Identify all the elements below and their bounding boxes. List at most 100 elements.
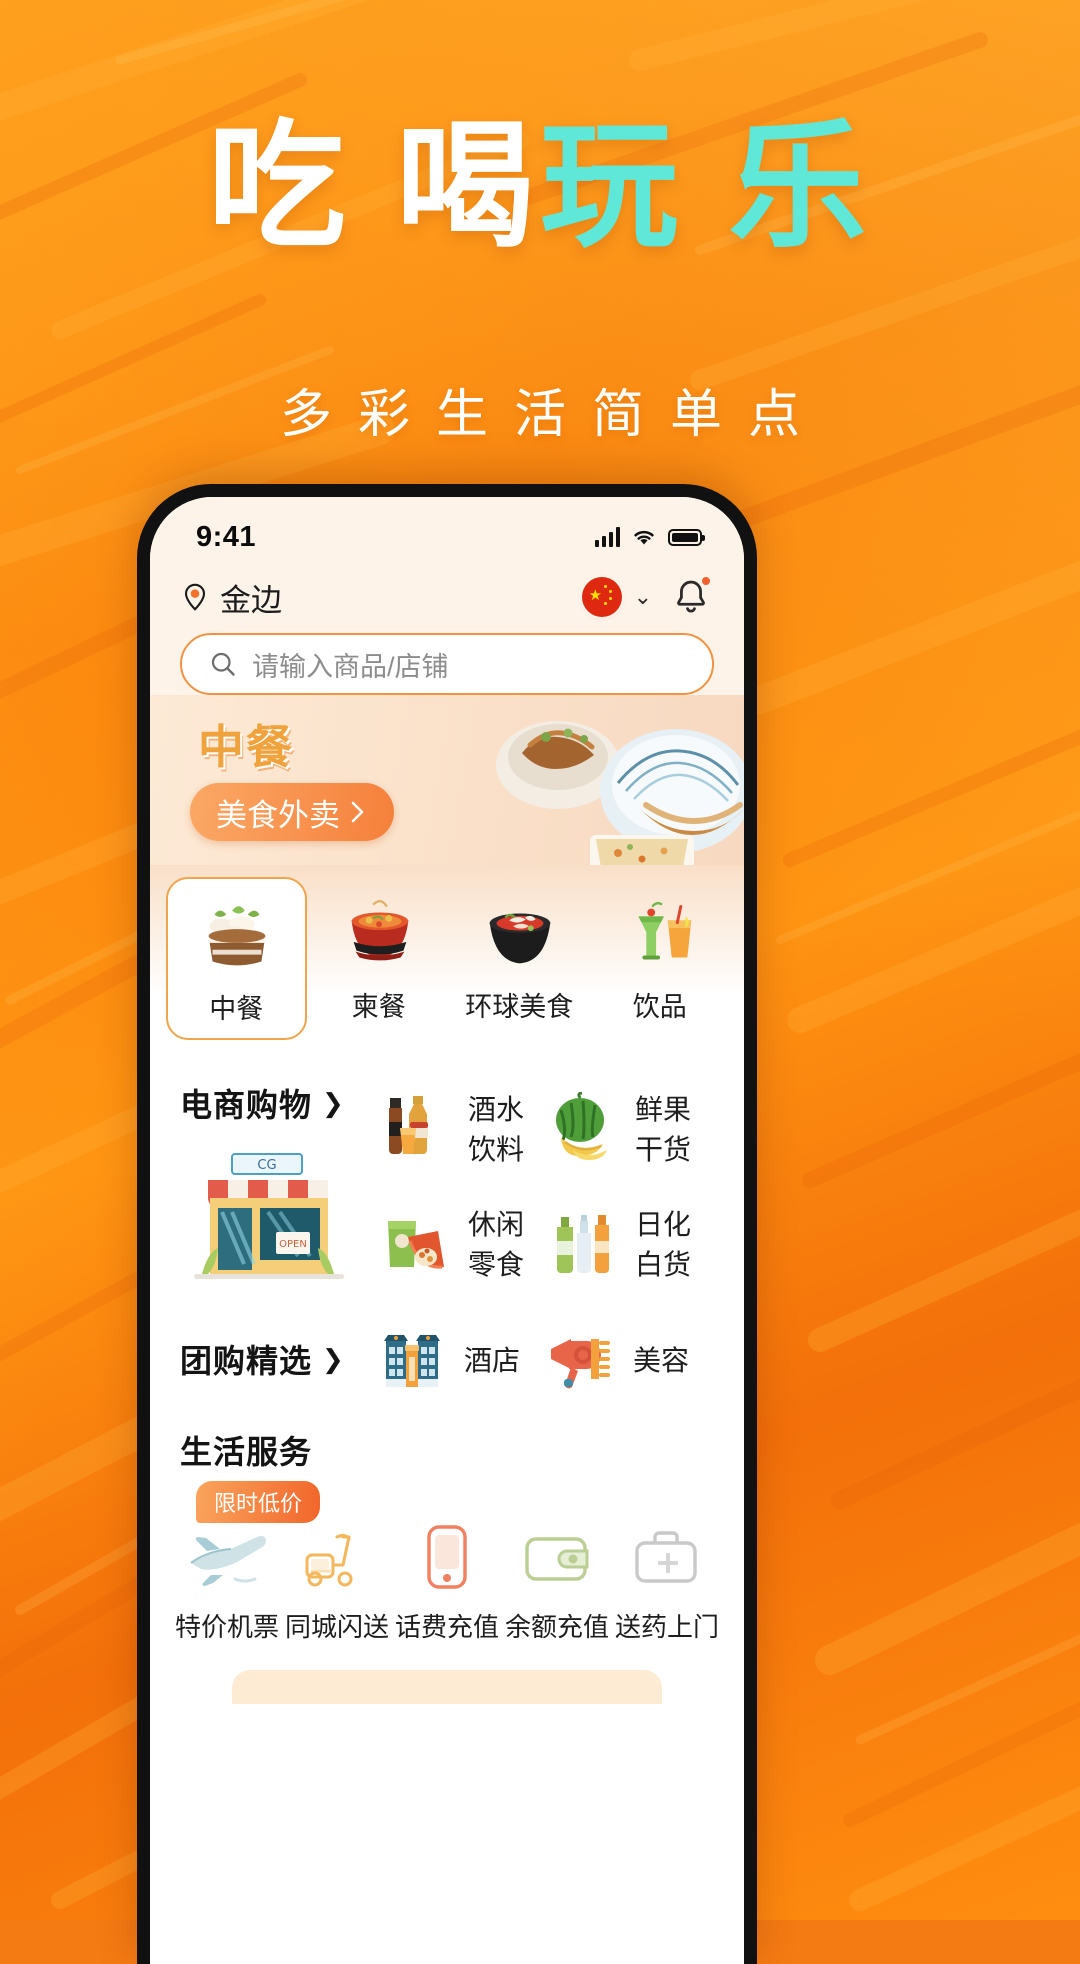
status-time: 9:41 xyxy=(196,520,257,553)
location-row: 金边 ★ ⌄ xyxy=(180,565,714,629)
life-item-label: 余额充值 xyxy=(504,1612,609,1642)
ecommerce-left: 电商购物 ❯ CG OPEN xyxy=(180,1080,376,1291)
app-header: 金边 ★ ⌄ 请输入商品/店铺 xyxy=(150,563,744,695)
ecommerce-title: 电商购物 xyxy=(180,1087,313,1123)
banner-cta-button[interactable]: 美食外卖 xyxy=(190,783,394,841)
airplane-icon xyxy=(190,1536,267,1586)
medical-kit-icon xyxy=(635,1531,697,1583)
phone-mockup: 9:41 金边 ★ ⌄ 请输入商品/店铺 中餐 美食外卖 中餐 柬餐 环球美食 … xyxy=(137,484,757,1964)
banner-title: 中餐 xyxy=(198,721,294,773)
life-item-label: 特价机票 xyxy=(174,1612,279,1642)
battery-icon xyxy=(668,528,705,546)
location-label: 金边 xyxy=(220,582,282,618)
category-tabs: 中餐 柬餐 环球美食 饮品 xyxy=(150,865,744,1046)
cellular-signal-icon xyxy=(594,527,620,547)
svg-text:CG: CG xyxy=(257,1158,276,1173)
life-item-flights[interactable]: 特价机票 xyxy=(172,1517,282,1644)
ecommerce-item-label: 鲜果干货 xyxy=(635,1093,692,1165)
noodle-bowl-photo xyxy=(496,721,744,865)
category-label: 柬餐 xyxy=(351,992,406,1022)
life-services-grid: 特价机票 同城闪送 话费充值 余额充值 送药上门 xyxy=(172,1517,722,1644)
scooter-icon xyxy=(305,1533,353,1587)
life-item-label: 送药上门 xyxy=(614,1612,719,1642)
groupbuy-items: 酒店 美容 xyxy=(376,1323,714,1395)
poster-headline: 吃 喝玩 乐 xyxy=(0,118,1080,256)
status-bar: 9:41 xyxy=(150,497,744,563)
groupbuy-title-row[interactable]: 团购精选 ❯ xyxy=(180,1336,376,1382)
black-bowl-ramen-icon xyxy=(489,913,551,964)
groupbuy-item-hotel[interactable]: 酒店 xyxy=(376,1323,545,1395)
search-icon xyxy=(211,652,235,676)
hotel-building-icon xyxy=(384,1335,440,1387)
ecommerce-items: 酒水饮料 鲜果干货 休闲零食 日化白货 xyxy=(380,1080,714,1291)
life-item-label: 话费充值 xyxy=(394,1612,499,1642)
ecommerce-section: 电商购物 ❯ CG OPEN 酒水饮料 鲜果干货 休闲零食 日化白货 xyxy=(150,1046,744,1301)
category-tab-khmer[interactable]: 柬餐 xyxy=(311,877,448,1040)
category-tab-global[interactable]: 环球美食 xyxy=(451,877,588,1040)
phone-screen: 9:41 金边 ★ ⌄ 请输入商品/店铺 中餐 美食外卖 中餐 柬餐 环球美食 … xyxy=(150,497,744,1964)
groupbuy-item-label: 美容 xyxy=(633,1345,690,1376)
category-tab-drinks[interactable]: 饮品 xyxy=(592,877,729,1040)
chevron-right-icon: ❯ xyxy=(322,1087,344,1118)
groupbuy-item-beauty[interactable]: 美容 xyxy=(545,1323,714,1395)
groupbuy-title: 团购精选 xyxy=(180,1343,313,1379)
ecommerce-item-drinks[interactable]: 酒水饮料 xyxy=(380,1080,547,1176)
search-bar[interactable]: 请输入商品/店铺 xyxy=(180,633,714,695)
cocktail-drinks-icon xyxy=(638,901,692,960)
steamer-dumplings-icon xyxy=(208,906,266,966)
snack-bags-icon xyxy=(388,1221,444,1269)
life-item-delivery[interactable]: 同城闪送 xyxy=(282,1517,392,1644)
search-input[interactable]: 请输入商品/店铺 xyxy=(252,645,449,684)
header-actions: ★ ⌄ xyxy=(581,574,714,620)
life-services-title: 生活服务 xyxy=(180,1434,313,1470)
chevron-right-icon xyxy=(351,801,364,823)
ecommerce-item-snacks[interactable]: 休闲零食 xyxy=(380,1196,547,1292)
ecommerce-item-fruit[interactable]: 鲜果干货 xyxy=(547,1080,714,1176)
ecommerce-grid: 电商购物 ❯ CG OPEN 酒水饮料 鲜果干货 休闲零食 日化白货 xyxy=(180,1080,714,1291)
category-label: 饮品 xyxy=(632,992,687,1022)
notification-badge xyxy=(700,575,712,587)
life-services-section: 生活服务 限时低价 特价机票 同城闪送 话费充值 余额充值 送药上门 xyxy=(150,1405,744,1704)
chevron-right-icon: ❯ xyxy=(322,1343,344,1374)
storefront-illustration: CG OPEN xyxy=(194,1153,344,1279)
svg-text:OPEN: OPEN xyxy=(279,1239,307,1250)
life-item-medicine[interactable]: 送药上门 xyxy=(612,1517,722,1644)
groupbuy-item-label: 酒店 xyxy=(464,1345,521,1376)
ecommerce-title-row[interactable]: 电商购物 ❯ xyxy=(180,1080,376,1126)
location-pin-icon xyxy=(184,583,206,611)
wallet-icon xyxy=(525,1537,589,1581)
ecommerce-item-label: 休闲零食 xyxy=(468,1209,525,1281)
promo-banner[interactable]: 中餐 美食外卖 xyxy=(150,695,744,865)
hairdryer-comb-icon xyxy=(551,1339,610,1389)
china-flag-icon[interactable]: ★ xyxy=(581,577,622,617)
groupbuy-left: 团购精选 ❯ xyxy=(180,1336,376,1382)
ecommerce-item-household[interactable]: 日化白货 xyxy=(547,1196,714,1292)
groupbuy-row: 团购精选 ❯ 酒店 美容 xyxy=(180,1323,714,1395)
mobile-phone-icon xyxy=(427,1525,467,1589)
category-tab-chinese[interactable]: 中餐 xyxy=(166,877,307,1040)
next-section-peek xyxy=(232,1670,662,1704)
location-selector[interactable]: 金边 xyxy=(180,575,282,620)
chevron-down-icon[interactable]: ⌄ xyxy=(634,584,652,610)
life-item-balance-topup[interactable]: 余额充值 xyxy=(502,1517,612,1644)
headline-white-part: 吃 喝 xyxy=(207,110,540,264)
watermelon-banana-icon xyxy=(556,1091,607,1160)
category-label: 环球美食 xyxy=(465,992,574,1022)
life-item-label: 同城闪送 xyxy=(284,1612,389,1642)
ecommerce-item-label: 酒水饮料 xyxy=(468,1093,525,1165)
wifi-icon xyxy=(634,530,654,545)
toiletries-bottles-icon xyxy=(557,1215,609,1274)
life-services-head: 生活服务 限时低价 xyxy=(172,1427,722,1523)
ecommerce-item-label: 日化白货 xyxy=(635,1209,692,1281)
category-label: 中餐 xyxy=(209,994,264,1024)
liquor-bottles-icon xyxy=(389,1095,428,1154)
limited-price-badge: 限时低价 xyxy=(196,1481,321,1523)
groupbuy-section: 团购精选 ❯ 酒店 美容 xyxy=(150,1301,744,1405)
banner-cta-label: 美食外卖 xyxy=(216,797,340,833)
poster-subtitle: 多彩生活简单点 xyxy=(279,386,826,444)
status-icons xyxy=(594,527,705,547)
notification-bell-button[interactable] xyxy=(668,574,714,620)
life-item-mobile-topup[interactable]: 话费充值 xyxy=(392,1517,502,1644)
headline-cyan-part: 玩 乐 xyxy=(540,110,873,264)
red-bowl-soup-icon xyxy=(351,900,409,961)
